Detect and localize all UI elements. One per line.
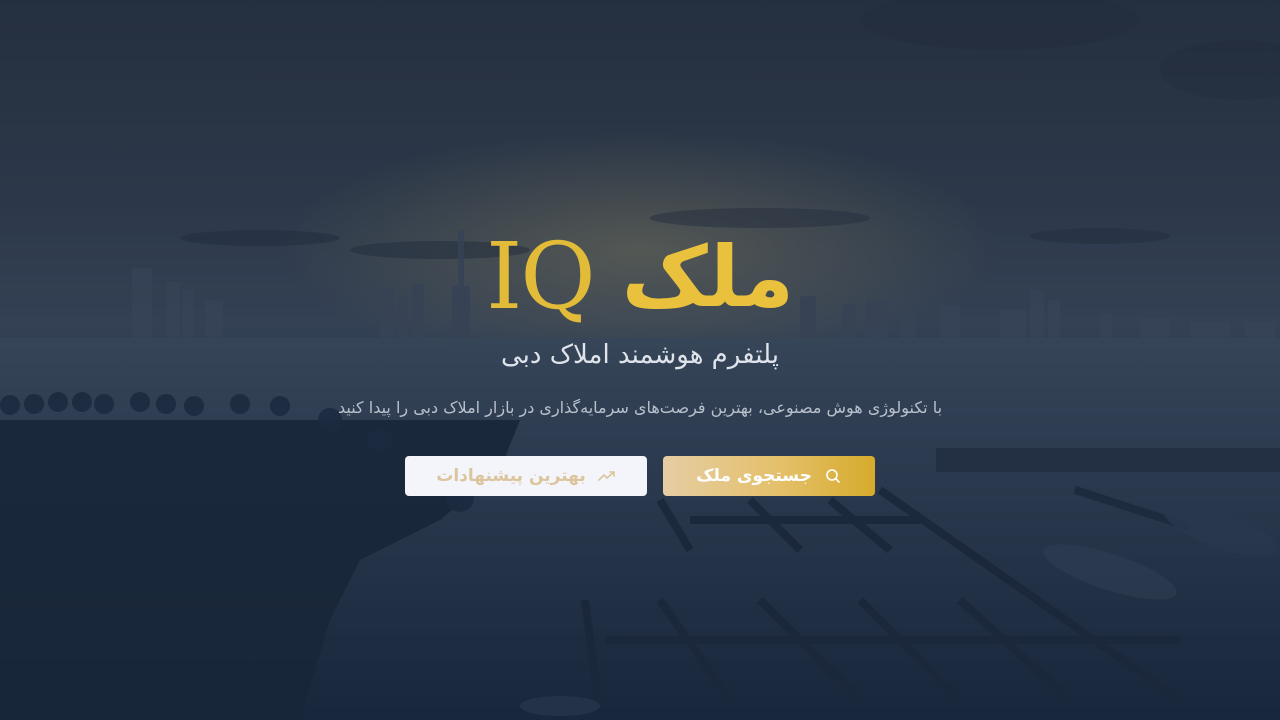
brand-mark: IQ [485,223,596,330]
trending-up-icon [597,467,616,485]
hero-section: ملک IQ پلتفرم هوشمند املاک دبی با تکنولو… [0,0,1280,720]
search-property-label: جستجوی ملک [696,466,812,486]
search-property-button[interactable]: جستجوی ملک [663,456,875,496]
search-icon [824,467,842,485]
best-offers-label: بهترین پیشنهادات [436,466,586,486]
hero-tagline: با تکنولوژی هوش مصنوعی، بهترین فرصت‌های … [337,398,943,417]
best-offers-button[interactable]: بهترین پیشنهادات [405,456,647,496]
hero-subtitle: پلتفرم هوشمند املاک دبی [501,340,779,370]
brand-word: ملک [621,228,795,326]
brand-logo: ملک IQ [0,222,1280,332]
hero-content: ملک IQ پلتفرم هوشمند املاک دبی با تکنولو… [0,0,1280,720]
